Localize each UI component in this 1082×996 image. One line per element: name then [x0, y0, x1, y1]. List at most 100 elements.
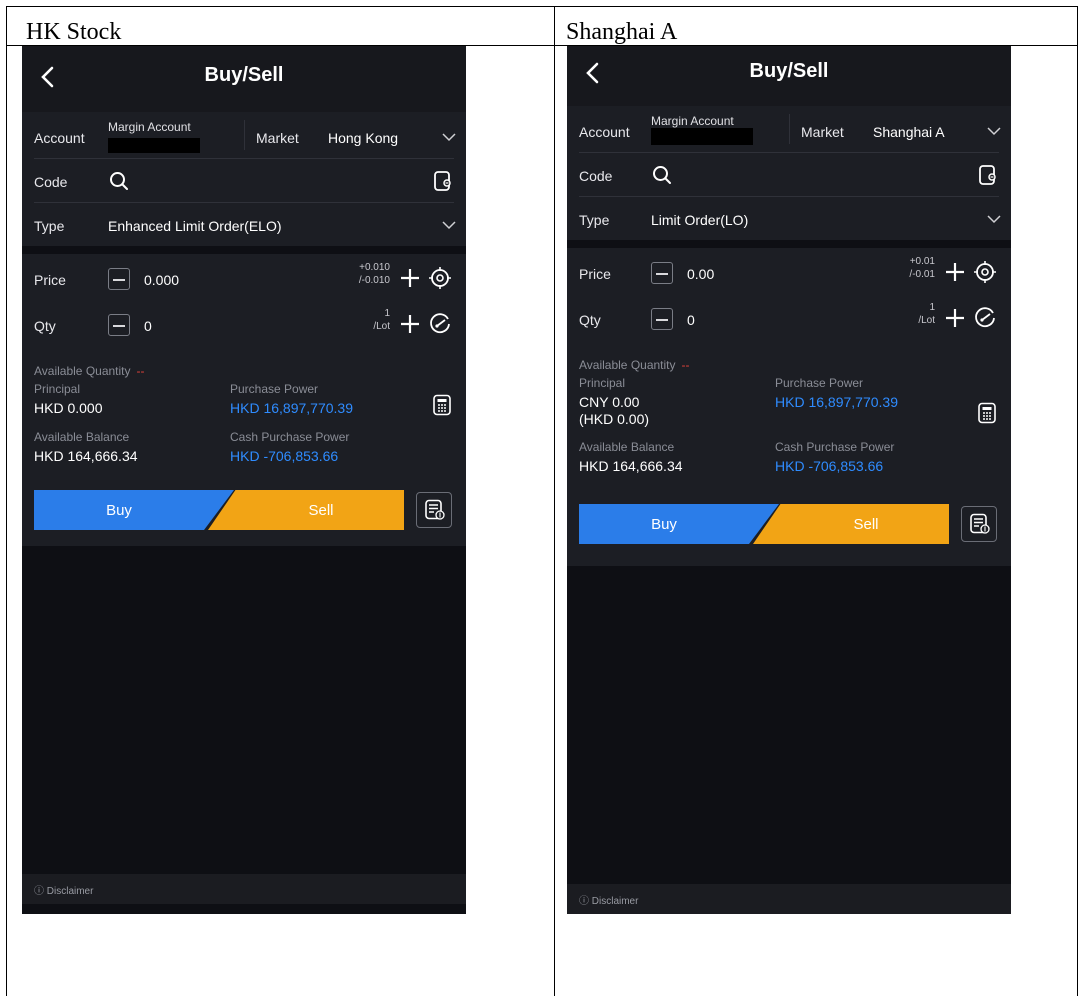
price-step-down: /-0.010: [358, 275, 390, 286]
buy-button[interactable]: Buy: [34, 490, 234, 530]
available-qty-label: Available Quantity --: [579, 358, 690, 372]
qty-label: Qty: [34, 318, 56, 334]
account-select[interactable]: Margin Account: [108, 120, 191, 134]
cash-purchase-power-label: Cash Purchase Power: [230, 430, 350, 444]
qty-input[interactable]: 0: [687, 312, 695, 328]
available-balance-label: Available Balance: [579, 440, 675, 454]
available-balance-value: HKD 164,666.34: [579, 458, 683, 474]
target-icon[interactable]: [973, 260, 997, 284]
phone-screen-hk: Buy/Sell Account Margin Account Market H…: [22, 46, 466, 914]
type-label: Type: [579, 212, 610, 228]
order-form-bottom: Price 0.00 +0.01 /-0.01 Qty 0 1 /Lot Ava…: [567, 248, 1011, 566]
qty-plus-button[interactable]: [943, 306, 967, 330]
market-select[interactable]: Hong Kong: [328, 130, 398, 146]
bottom-bar: ⓘ Disclaimer: [567, 884, 1011, 914]
wallet-icon[interactable]: [977, 164, 999, 186]
info-circle-icon: ⓘ: [579, 896, 592, 907]
sell-button-label: Sell: [308, 501, 334, 519]
column-heading-hk: HK Stock: [26, 19, 122, 45]
order-list-icon: [425, 499, 445, 520]
disclaimer-text: Disclaimer: [591, 896, 639, 907]
order-list-icon: [970, 513, 990, 534]
sell-button[interactable]: Sell: [753, 504, 949, 544]
column-heading-shanghai: Shanghai A: [566, 19, 678, 45]
order-type-select[interactable]: Enhanced Limit Order(ELO): [108, 218, 282, 234]
account-label: Account: [579, 124, 630, 140]
price-step-up: +0.010: [359, 262, 390, 273]
order-list-button[interactable]: [961, 506, 997, 542]
purchase-power-value: HKD 16,897,770.39: [775, 394, 898, 410]
price-input[interactable]: 0.00: [687, 266, 714, 282]
field-divider: [244, 120, 245, 150]
qty-plus-button[interactable]: [398, 312, 422, 336]
qty-step-unit: /Lot: [918, 315, 935, 326]
code-label: Code: [579, 168, 613, 184]
table-border-top: [6, 6, 1078, 7]
info-circle-icon: ⓘ: [34, 886, 47, 897]
cash-purchase-power-label: Cash Purchase Power: [775, 440, 895, 454]
price-minus-button[interactable]: [108, 268, 130, 290]
wallet-icon[interactable]: [432, 170, 454, 192]
table-border-right: [1077, 6, 1078, 996]
principal-value: CNY 0.00: [579, 394, 640, 410]
search-icon[interactable]: [108, 170, 130, 192]
purchase-power-value: HKD 16,897,770.39: [230, 400, 353, 416]
row-divider: [34, 202, 454, 203]
price-step-up: +0.01: [909, 256, 935, 267]
bottom-bar: ⓘ Disclaimer: [22, 874, 466, 904]
principal-hkd-value: (HKD 0.00): [579, 411, 650, 427]
principal-label: Principal: [579, 376, 626, 390]
order-form-bottom: Price 0.000 +0.010 /-0.010 Qty 0 1 /Lot …: [22, 254, 466, 546]
price-input[interactable]: 0.000: [144, 272, 179, 288]
buy-button-label: Buy: [651, 515, 677, 533]
field-divider: [789, 114, 790, 144]
nav-bar: Buy/Sell: [22, 46, 466, 112]
redacted-account-number: [651, 128, 753, 145]
chevron-down-icon[interactable]: [987, 126, 1001, 136]
calculator-icon[interactable]: [432, 394, 452, 416]
order-form-top: Account Margin Account Market Shanghai A…: [567, 106, 1011, 240]
cash-purchase-power-value: HKD -706,853.66: [230, 448, 339, 464]
purchase-power-label: Purchase Power: [775, 376, 864, 390]
order-type-select[interactable]: Limit Order(LO): [651, 212, 748, 228]
price-label: Price: [34, 272, 66, 288]
market-label: Market: [256, 130, 299, 146]
available-qty-value: --: [136, 364, 145, 378]
chevron-down-icon[interactable]: [987, 214, 1001, 224]
redacted-account-number: [108, 138, 200, 153]
row-divider: [579, 152, 999, 153]
disclaimer-link[interactable]: ⓘ Disclaimer: [34, 882, 93, 897]
sell-button[interactable]: Sell: [208, 490, 404, 530]
sell-button-label: Sell: [853, 515, 879, 533]
chevron-down-icon[interactable]: [442, 220, 456, 230]
cash-purchase-power-value: HKD -706,853.66: [775, 458, 884, 474]
qty-step-value: 1: [929, 302, 935, 313]
market-select[interactable]: Shanghai A: [873, 124, 945, 140]
qty-minus-button[interactable]: [651, 308, 673, 330]
qty-minus-button[interactable]: [108, 314, 130, 336]
disclaimer-link[interactable]: ⓘ Disclaimer: [579, 892, 638, 907]
price-step-down: /-0.01: [909, 269, 935, 280]
gauge-icon[interactable]: [428, 312, 452, 336]
buy-button[interactable]: Buy: [579, 504, 779, 544]
market-label: Market: [801, 124, 844, 140]
row-divider: [579, 196, 999, 197]
order-form-top: Account Margin Account Market Hong Kong …: [22, 112, 466, 246]
account-select[interactable]: Margin Account: [651, 114, 734, 128]
principal-value: HKD 0.000: [34, 400, 103, 416]
order-list-button[interactable]: [416, 492, 452, 528]
page-title: Buy/Sell: [204, 64, 284, 86]
price-minus-button[interactable]: [651, 262, 673, 284]
chevron-down-icon[interactable]: [442, 132, 456, 142]
qty-input[interactable]: 0: [144, 318, 152, 334]
phone-screen-shanghai: Buy/Sell Account Margin Account Market S…: [567, 46, 1011, 914]
price-plus-button[interactable]: [943, 260, 967, 284]
target-icon[interactable]: [428, 266, 452, 290]
available-balance-value: HKD 164,666.34: [34, 448, 138, 464]
price-plus-button[interactable]: [398, 266, 422, 290]
calculator-icon[interactable]: [977, 402, 997, 424]
available-qty-value: --: [681, 358, 690, 372]
table-column-divider: [554, 6, 555, 996]
gauge-icon[interactable]: [973, 306, 997, 330]
search-icon[interactable]: [651, 164, 673, 186]
